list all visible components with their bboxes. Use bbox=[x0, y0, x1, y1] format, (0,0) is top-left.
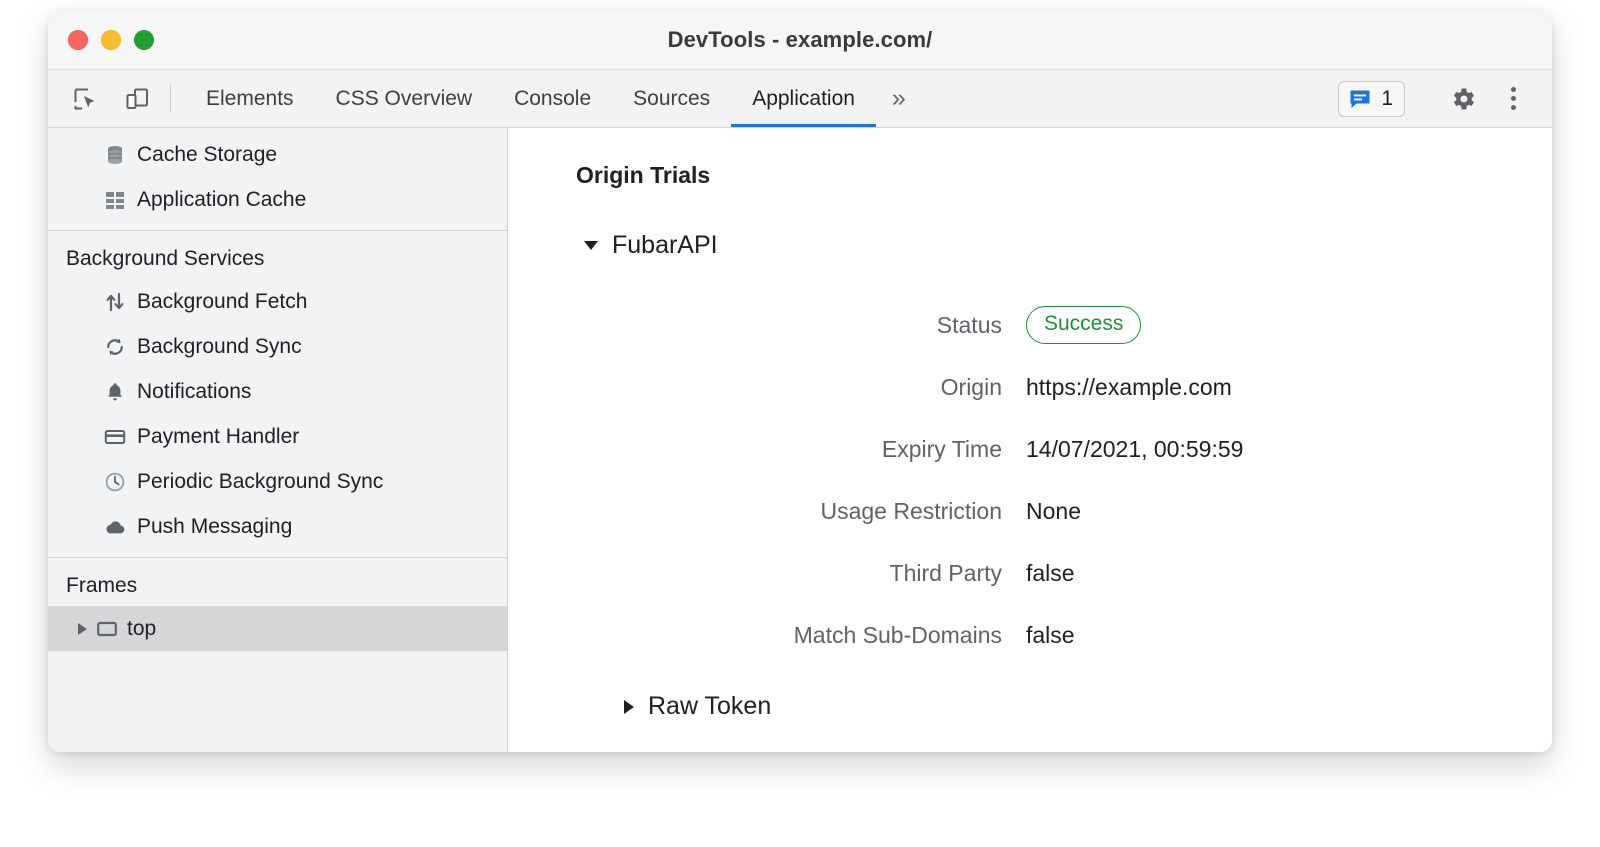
sidebar-item-label: Periodic Background Sync bbox=[137, 470, 383, 494]
sidebar-item-cache-storage[interactable]: Cache Storage bbox=[48, 132, 507, 177]
detail-row-third-party: Third Party false bbox=[576, 542, 1552, 604]
credit-card-icon bbox=[104, 426, 126, 448]
tab-console[interactable]: Console bbox=[493, 70, 612, 127]
tab-label: Console bbox=[514, 87, 591, 111]
detail-label: Usage Restriction bbox=[576, 498, 1026, 525]
sidebar-item-label: Notifications bbox=[137, 380, 251, 404]
raw-token-label: Raw Token bbox=[648, 692, 771, 721]
detail-value: false bbox=[1026, 560, 1075, 587]
detail-value: None bbox=[1026, 498, 1081, 525]
device-toolbar-icon[interactable] bbox=[116, 78, 158, 120]
sidebar-item-background-fetch[interactable]: Background Fetch bbox=[48, 279, 507, 324]
toolbar-left-icons bbox=[64, 70, 158, 127]
gear-icon[interactable] bbox=[1440, 76, 1486, 122]
sidebar-item-notifications[interactable]: Notifications bbox=[48, 369, 507, 414]
sidebar-item-label: Payment Handler bbox=[137, 425, 299, 449]
detail-label: Third Party bbox=[576, 560, 1026, 587]
database-icon bbox=[104, 144, 126, 166]
chevron-right-icon[interactable] bbox=[624, 700, 634, 714]
sidebar-item-push-messaging[interactable]: Push Messaging bbox=[48, 504, 507, 549]
sidebar-item-label: Background Fetch bbox=[137, 290, 307, 314]
section-title-background-services: Background Services bbox=[48, 235, 507, 279]
sidebar-item-label: top bbox=[127, 617, 156, 641]
application-sidebar: Cache Storage bbox=[48, 128, 508, 752]
detail-row-expiry-time: Expiry Time 14/07/2021, 00:59:59 bbox=[576, 418, 1552, 480]
window-titlebar: DevTools - example.com/ bbox=[48, 10, 1552, 70]
tab-css-overview[interactable]: CSS Overview bbox=[315, 70, 494, 127]
storage-section: Cache Storage bbox=[48, 128, 507, 231]
more-tabs-chevron-icon[interactable]: » bbox=[876, 70, 922, 127]
devtools-toolbar: Elements CSS Overview Console Sources Ap… bbox=[48, 70, 1552, 128]
tab-label: Elements bbox=[206, 87, 294, 111]
section-title-frames: Frames bbox=[48, 562, 507, 606]
sidebar-item-payment-handler[interactable]: Payment Handler bbox=[48, 414, 507, 459]
sidebar-item-periodic-background-sync[interactable]: Periodic Background Sync bbox=[48, 459, 507, 504]
table-grid-icon bbox=[104, 189, 126, 211]
tab-application[interactable]: Application bbox=[731, 70, 876, 127]
more-vertical-icon[interactable] bbox=[1490, 76, 1536, 122]
trial-name: FubarAPI bbox=[612, 231, 718, 260]
toolbar-right-icons: 1 bbox=[1338, 70, 1552, 127]
tab-label: Application bbox=[752, 87, 855, 111]
detail-row-status: Status Success bbox=[576, 294, 1552, 356]
screenshot-root: DevTools - example.com/ bbox=[0, 0, 1600, 847]
background-services-section: Background Services Background Fetch bbox=[48, 231, 507, 558]
console-message-count: 1 bbox=[1381, 88, 1393, 109]
page-title: Origin Trials bbox=[576, 162, 1552, 189]
detail-label: Match Sub-Domains bbox=[576, 622, 1026, 649]
chevron-right-icon[interactable] bbox=[78, 623, 87, 635]
arrows-up-down-icon bbox=[104, 291, 126, 313]
sidebar-item-label: Cache Storage bbox=[137, 143, 277, 167]
tab-elements[interactable]: Elements bbox=[185, 70, 315, 127]
detail-row-match-sub-domains: Match Sub-Domains false bbox=[576, 604, 1552, 666]
maximize-window-button[interactable] bbox=[134, 30, 154, 50]
tab-label: Sources bbox=[633, 87, 710, 111]
traffic-lights bbox=[68, 30, 154, 50]
sidebar-item-application-cache[interactable]: Application Cache bbox=[48, 177, 507, 222]
status-badge: Success bbox=[1026, 306, 1141, 343]
sidebar-item-background-sync[interactable]: Background Sync bbox=[48, 324, 507, 369]
clock-icon bbox=[104, 471, 126, 493]
frame-icon bbox=[96, 618, 118, 640]
cloud-icon bbox=[104, 516, 126, 538]
detail-value: 14/07/2021, 00:59:59 bbox=[1026, 436, 1243, 463]
detail-label: Origin bbox=[576, 374, 1026, 401]
console-messages-button[interactable]: 1 bbox=[1338, 81, 1405, 117]
detail-row-usage-restriction: Usage Restriction None bbox=[576, 480, 1552, 542]
panel-tabs: Elements CSS Overview Console Sources Ap… bbox=[185, 70, 922, 127]
bell-icon bbox=[104, 381, 126, 403]
devtools-body: Cache Storage bbox=[48, 128, 1552, 752]
minimize-window-button[interactable] bbox=[101, 30, 121, 50]
detail-row-origin: Origin https://example.com bbox=[576, 356, 1552, 418]
toolbar-divider bbox=[170, 84, 171, 113]
detail-value: https://example.com bbox=[1026, 374, 1232, 401]
detail-value: Success bbox=[1026, 306, 1141, 343]
inspect-element-icon[interactable] bbox=[64, 78, 106, 120]
tab-label: CSS Overview bbox=[336, 87, 473, 111]
origin-trials-panel: Origin Trials FubarAPI Status Success Or… bbox=[508, 128, 1552, 752]
detail-value: false bbox=[1026, 622, 1075, 649]
frames-section: Frames top bbox=[48, 558, 507, 659]
devtools-window: DevTools - example.com/ bbox=[48, 10, 1552, 752]
window-title: DevTools - example.com/ bbox=[48, 27, 1552, 53]
tab-sources[interactable]: Sources bbox=[612, 70, 731, 127]
console-message-icon bbox=[1348, 87, 1372, 111]
sidebar-item-label: Push Messaging bbox=[137, 515, 292, 539]
sidebar-item-label: Application Cache bbox=[137, 188, 306, 212]
chevron-down-icon[interactable] bbox=[584, 241, 598, 250]
detail-label: Status bbox=[576, 312, 1026, 339]
sidebar-item-frame-top[interactable]: top bbox=[48, 606, 507, 651]
raw-token-expander[interactable]: Raw Token bbox=[624, 692, 771, 721]
detail-label: Expiry Time bbox=[576, 436, 1026, 463]
sidebar-item-label: Background Sync bbox=[137, 335, 302, 359]
sync-refresh-icon bbox=[104, 336, 126, 358]
close-window-button[interactable] bbox=[68, 30, 88, 50]
trial-expander-fubarapi[interactable]: FubarAPI bbox=[584, 231, 718, 260]
